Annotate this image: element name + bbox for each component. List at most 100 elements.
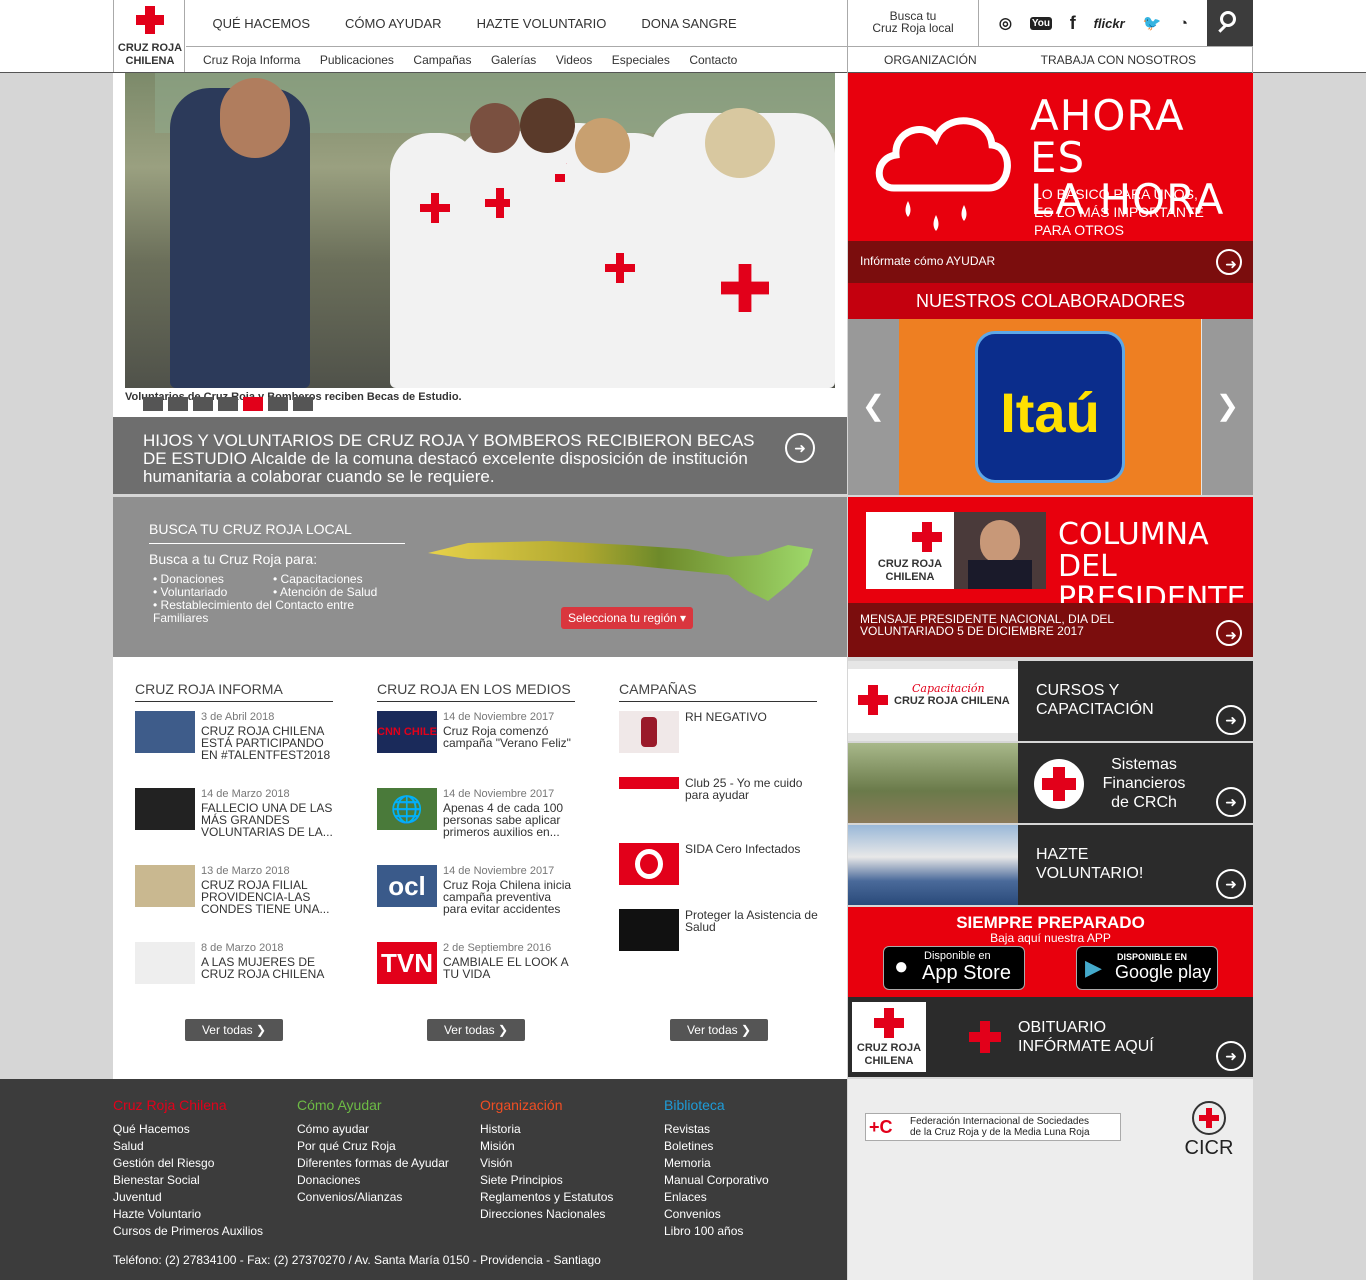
item-title[interactable]: Cruz Roja Chilena inicia campaña prevent…	[443, 879, 577, 915]
twitter-icon[interactable]: 🐦	[1142, 14, 1161, 32]
footer-link[interactable]: Misión	[480, 1138, 613, 1155]
item-title[interactable]: CRUZ ROJA FILIAL PROVIDENCIA-LAS CONDES …	[201, 879, 335, 915]
arrow-right-circle-icon[interactable]	[1216, 620, 1244, 646]
icrc-logo[interactable]: CICR	[1178, 1101, 1238, 1161]
list-item[interactable]: 13 de Marzo 2018 CRUZ ROJA FILIAL PROVID…	[135, 865, 335, 925]
site-logo[interactable]: CRUZ ROJA CHILENA	[113, 0, 185, 72]
subnav-especiales[interactable]: Especiales	[612, 47, 680, 73]
item-title[interactable]: Proteger la Asistencia de Salud	[685, 909, 819, 933]
item-title[interactable]: A LAS MUJERES DE CRUZ ROJA CHILENA	[201, 956, 335, 980]
list-item[interactable]: Proteger la Asistencia de Salud	[619, 909, 819, 969]
list-item[interactable]: ocl 14 de Noviembre 2017 Cruz Roja Chile…	[377, 865, 577, 925]
ahora-link-bar[interactable]: Infórmate cómo AYUDAR	[848, 241, 1253, 283]
subnav-campanas[interactable]: Campañas	[413, 47, 481, 73]
local-item[interactable]: Atención de Salud	[273, 586, 377, 599]
item-title[interactable]: CAMBIALE EL LOOK A TU VIDA	[443, 956, 577, 980]
ver-todas-button[interactable]: Ver todas ❯	[427, 1019, 525, 1041]
obituario-banner[interactable]: CRUZ ROJA CHILENA OBITUARIO INFÓRMATE AQUÍ	[848, 997, 1253, 1077]
slider-dot-7[interactable]	[293, 397, 313, 411]
item-title[interactable]: CRUZ ROJA CHILENA ESTÁ PARTICIPANDO EN #…	[201, 725, 335, 761]
subnav-galerias[interactable]: Galerías	[491, 47, 546, 73]
list-item[interactable]: CNN CHILE 14 de Noviembre 2017 Cruz Roja…	[377, 711, 577, 771]
item-title[interactable]: SIDA Cero Infectados	[685, 843, 819, 855]
hazte-voluntario-banner[interactable]: HAZTE VOLUNTARIO!	[848, 825, 1253, 905]
google-play-button[interactable]: ▶ DISPONIBLE EN Google play	[1076, 946, 1218, 990]
slider-dot-4[interactable]	[218, 397, 238, 411]
subnav-videos[interactable]: Videos	[556, 47, 602, 73]
footer-link[interactable]: Convenios	[664, 1206, 769, 1223]
footer-col-title[interactable]: Organización	[480, 1097, 613, 1113]
footer-link[interactable]: Donaciones	[297, 1172, 449, 1189]
list-item[interactable]: RH NEGATIVO	[619, 711, 819, 771]
item-title[interactable]: RH NEGATIVO	[685, 711, 819, 723]
footer-col-title[interactable]: Biblioteca	[664, 1097, 769, 1113]
nav-trabaja[interactable]: TRABAJA CON NOSOTROS	[1041, 47, 1196, 73]
footer-col-title[interactable]: Cruz Roja Chilena	[113, 1097, 263, 1113]
slider-dot-1[interactable]	[143, 397, 163, 411]
slider-dot-3[interactable]	[193, 397, 213, 411]
list-item[interactable]: 3 de Abril 2018 CRUZ ROJA CHILENA ESTÁ P…	[135, 711, 335, 771]
arrow-right-circle-icon[interactable]	[1216, 1041, 1246, 1071]
subnav-informa[interactable]: Cruz Roja Informa	[203, 47, 310, 73]
footer-link[interactable]: Convenios/Alianzas	[297, 1189, 449, 1206]
busca-local-link[interactable]: Busca tu Cruz Roja local	[847, 0, 979, 46]
list-item[interactable]: TVN 2 de Septiembre 2016 CAMBIALE EL LOO…	[377, 942, 577, 1002]
item-title[interactable]: FALLECIO UNA DE LAS MÁS GRANDES VOLUNTAR…	[201, 802, 335, 838]
carousel-next-button[interactable]: ❯	[1202, 319, 1253, 495]
item-title[interactable]: Cruz Roja comenzó campaña "Verano Feliz"	[443, 725, 577, 749]
region-select[interactable]: Selecciona tu región ▾	[561, 607, 693, 629]
nav-dona-sangre[interactable]: DONA SANGRE	[624, 0, 754, 46]
list-item[interactable]: SIDA Cero Infectados	[619, 843, 819, 903]
flickr-icon[interactable]: flickr	[1094, 16, 1125, 31]
list-item[interactable]: Club 25 - Yo me cuido para ayudar	[619, 777, 819, 837]
subnav-publicaciones[interactable]: Publicaciones	[320, 47, 404, 73]
slider-dot-2[interactable]	[168, 397, 188, 411]
cursos-capacitacion-banner[interactable]: Capacitación CRUZ ROJA CHILENA CURSOS Y …	[848, 661, 1253, 741]
presidente-link-bar[interactable]: MENSAJE PRESIDENTE NACIONAL, DIA DEL VOL…	[848, 603, 1253, 657]
footer-link[interactable]: Direcciones Nacionales	[480, 1206, 613, 1223]
footer-link[interactable]: Siete Principios	[480, 1172, 613, 1189]
local-item[interactable]: Restablecimiento del Contacto entre Fami…	[153, 599, 363, 625]
list-item[interactable]: 8 de Marzo 2018 A LAS MUJERES DE CRUZ RO…	[135, 942, 335, 1002]
ver-todas-button[interactable]: Ver todas ❯	[670, 1019, 768, 1041]
arrow-right-circle-icon[interactable]	[1216, 705, 1246, 735]
nav-hazte-voluntario[interactable]: HAZTE VOLUNTARIO	[459, 0, 624, 46]
columna-presidente-banner[interactable]: CRUZ ROJA CHILENA COLUMNA DEL PRESIDENTE M…	[848, 497, 1253, 657]
youtube-icon[interactable]: You	[1029, 16, 1052, 30]
footer-link[interactable]: Libro 100 años	[664, 1223, 769, 1240]
footer-link[interactable]: Diferentes formas de Ayudar	[297, 1155, 449, 1172]
sistemas-financieros-banner[interactable]: Sistemas Financieros de CRCh	[848, 743, 1253, 823]
list-item[interactable]: 14 de Marzo 2018 FALLECIO UNA DE LAS MÁS…	[135, 788, 335, 848]
list-item[interactable]: 🌐 14 de Noviembre 2017 Apenas 4 de cada …	[377, 788, 577, 848]
carousel-prev-button[interactable]: ❮	[848, 319, 899, 495]
footer-link[interactable]: Manual Corporativo	[664, 1172, 769, 1189]
footer-link[interactable]: Enlaces	[664, 1189, 769, 1206]
hero-headline-bar[interactable]: HIJOS Y VOLUNTARIOS DE CRUZ ROJA Y BOMBE…	[113, 417, 847, 494]
ver-todas-button[interactable]: Ver todas ❯	[185, 1019, 283, 1041]
app-store-button[interactable]: ● Disponible en App Store	[883, 946, 1025, 990]
slider-dot-5[interactable]	[243, 397, 263, 411]
item-title[interactable]: Apenas 4 de cada 100 personas sabe aplic…	[443, 802, 577, 838]
ahora-link[interactable]: Infórmate cómo AYUDAR	[860, 254, 995, 268]
itau-sponsor-logo[interactable]: Itaú	[899, 319, 1201, 495]
chile-map[interactable]	[428, 535, 818, 605]
footer-link[interactable]: Hazte Voluntario	[113, 1206, 263, 1223]
nav-que-hacemos[interactable]: QUÉ HACEMOS	[195, 0, 328, 46]
footer-link[interactable]: Historia	[480, 1121, 613, 1138]
slider-dot-6[interactable]	[268, 397, 288, 411]
rss-icon[interactable]: ◔	[1179, 15, 1188, 32]
footer-link[interactable]: Boletines	[664, 1138, 769, 1155]
footer-link[interactable]: Revistas	[664, 1121, 769, 1138]
footer-link[interactable]: Gestión del Riesgo	[113, 1155, 263, 1172]
footer-link[interactable]: Cursos de Primeros Auxilios	[113, 1223, 263, 1240]
arrow-right-circle-icon[interactable]	[1216, 787, 1246, 817]
footer-link[interactable]: Cómo ayudar	[297, 1121, 449, 1138]
ahora-es-la-hora-banner[interactable]: AHORA ES LA HORA LO BÁSICO PARA UNOS, ES L…	[848, 73, 1253, 283]
footer-link[interactable]: Bienestar Social	[113, 1172, 263, 1189]
presidente-text[interactable]: MENSAJE PRESIDENTE NACIONAL, DIA DEL VOL…	[860, 613, 1210, 637]
arrow-right-circle-icon[interactable]	[785, 433, 815, 463]
footer-link[interactable]: Por qué Cruz Roja	[297, 1138, 449, 1155]
nav-organizacion[interactable]: ORGANIZACIÓN	[884, 47, 977, 73]
item-title[interactable]: Club 25 - Yo me cuido para ayudar	[685, 777, 819, 801]
footer-link[interactable]: Salud	[113, 1138, 263, 1155]
